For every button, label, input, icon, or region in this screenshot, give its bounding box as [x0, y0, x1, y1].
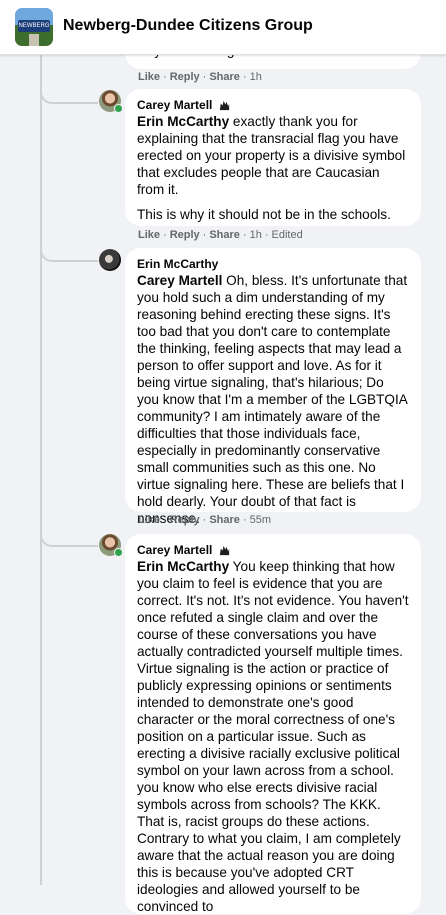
- mention-link[interactable]: Erin McCarthy: [137, 559, 229, 574]
- comment-author[interactable]: Erin McCarthy: [137, 256, 218, 272]
- reply-connector: [40, 210, 98, 262]
- comment-bubble: Carey Martell Erin McCarthy You keep thi…: [125, 534, 421, 914]
- thread-line: [40, 54, 42, 885]
- mention-link[interactable]: Erin McCarthy: [137, 114, 229, 129]
- comment-author[interactable]: Carey Martell: [137, 97, 212, 113]
- like-button[interactable]: Like: [138, 229, 160, 241]
- reply-button[interactable]: Reply: [170, 514, 200, 526]
- comment-author[interactable]: Carey Martell: [137, 542, 212, 558]
- share-button[interactable]: Share: [209, 71, 240, 83]
- comment-text: Oh, bless. It's unfortunate that you hol…: [137, 273, 408, 526]
- like-button[interactable]: Like: [138, 514, 160, 526]
- top-fan-badge-icon: [220, 100, 230, 110]
- reply-connector: [40, 495, 98, 547]
- logo-road-graphic: [29, 34, 39, 46]
- top-fan-badge-icon: [220, 545, 230, 555]
- share-button[interactable]: Share: [209, 514, 240, 526]
- comment-actions: Like · Reply · Share · 1h · Edited: [138, 229, 303, 241]
- group-logo-text: NEWBERG: [18, 20, 50, 32]
- comment-text: This is why it should not be in the scho…: [137, 207, 391, 222]
- comment-bubble: Erin McCarthy Carey Martell Oh, bless. I…: [125, 248, 421, 526]
- edited-label[interactable]: Edited: [272, 229, 303, 241]
- comment-bubble: Carey Martell Erin McCarthy exactly than…: [125, 89, 421, 226]
- reply-button[interactable]: Reply: [170, 71, 200, 83]
- online-status-dot: [114, 104, 123, 113]
- share-button[interactable]: Share: [209, 229, 240, 241]
- timestamp[interactable]: 1h: [250, 71, 262, 83]
- avatar[interactable]: [99, 249, 121, 271]
- reply-button[interactable]: Reply: [170, 229, 200, 241]
- group-header: NEWBERG Newberg-Dundee Citizens Group: [0, 0, 446, 55]
- comment-text: You keep thinking that how you claim to …: [137, 559, 409, 914]
- reply-connector: [40, 54, 98, 104]
- online-status-dot: [114, 548, 123, 557]
- timestamp[interactable]: 1h: [250, 229, 262, 241]
- like-button[interactable]: Like: [138, 71, 160, 83]
- group-avatar[interactable]: NEWBERG: [15, 8, 53, 46]
- group-name[interactable]: Newberg-Dundee Citizens Group: [63, 17, 313, 35]
- comment-actions: Like · Reply · Share · 1h: [138, 71, 262, 83]
- comment-actions: Like · Reply · Share · 55m: [138, 514, 271, 526]
- timestamp[interactable]: 55m: [250, 514, 271, 526]
- mention-link[interactable]: Carey Martell: [137, 273, 222, 288]
